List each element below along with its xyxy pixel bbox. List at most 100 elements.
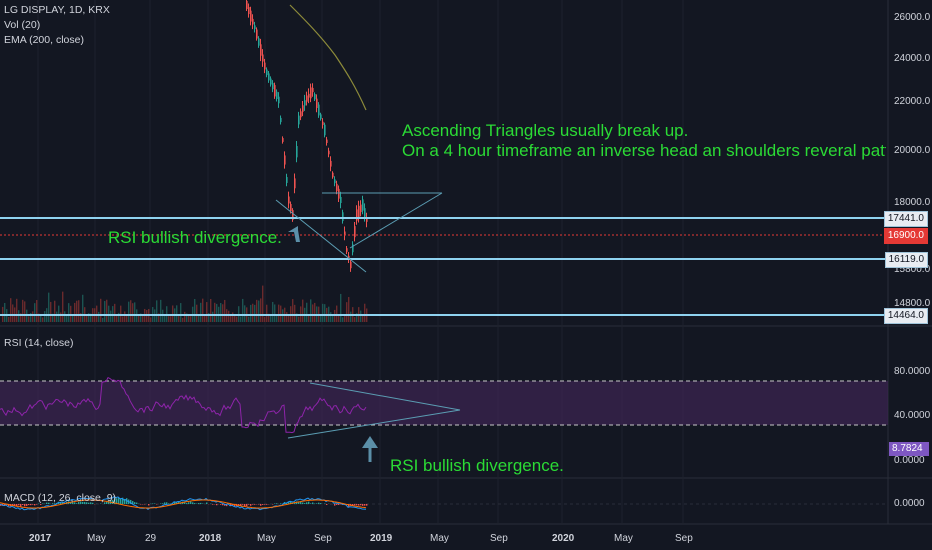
volume-bar bbox=[220, 302, 222, 322]
macd-histogram-bar bbox=[306, 502, 308, 504]
macd-histogram-bar bbox=[148, 504, 150, 506]
candle-body bbox=[308, 93, 310, 98]
macd-histogram-bar bbox=[302, 502, 304, 504]
volume-bar bbox=[286, 312, 288, 322]
volume-bar bbox=[172, 305, 174, 322]
candle-body bbox=[260, 44, 262, 56]
annotation-rsi-divergence-price[interactable]: RSI bullish divergence. bbox=[108, 227, 282, 249]
candle-body bbox=[338, 188, 340, 199]
volume-bar bbox=[206, 302, 208, 322]
volume-bar bbox=[126, 315, 128, 322]
candle-body bbox=[362, 199, 364, 211]
volume-bar bbox=[294, 304, 296, 322]
volume-bar bbox=[98, 311, 100, 322]
volume-bar bbox=[256, 299, 258, 322]
volume-bar bbox=[10, 298, 12, 322]
volume-bar bbox=[264, 316, 266, 322]
rsi-tick: 40.0000 bbox=[894, 410, 931, 421]
volume-bar bbox=[74, 302, 76, 322]
volume-bar bbox=[178, 316, 180, 322]
vertical-grid bbox=[37, 0, 684, 524]
candle-body bbox=[296, 145, 298, 158]
macd-label[interactable]: MACD (12, 26, close, 9) bbox=[4, 491, 116, 506]
volume-bar bbox=[232, 312, 234, 322]
macd-histogram-bar bbox=[312, 502, 314, 504]
volume-bar bbox=[184, 311, 186, 322]
macd-histogram-bar bbox=[184, 502, 186, 504]
ema-line bbox=[289, 4, 367, 111]
macd-histogram-bar bbox=[274, 503, 276, 504]
price-tick: 18000.0 bbox=[894, 197, 931, 208]
time-tick: May bbox=[430, 533, 449, 544]
macd-histogram-bar bbox=[250, 504, 252, 506]
candle-body bbox=[284, 155, 286, 165]
volume-bar bbox=[108, 305, 110, 322]
candle-body bbox=[302, 105, 304, 112]
volume-bar bbox=[44, 311, 46, 322]
rsi-label[interactable]: RSI (14, close) bbox=[4, 336, 73, 351]
candle-body bbox=[272, 83, 274, 90]
price-tick: 26000.0 bbox=[894, 12, 931, 23]
support-price-tag: 16119.0 bbox=[884, 252, 928, 268]
macd-histogram-bar bbox=[246, 504, 248, 507]
resistance-price-tag: 17441.0 bbox=[883, 211, 928, 227]
price-tick: 22000.0 bbox=[894, 96, 931, 107]
volume-bar bbox=[62, 291, 64, 322]
arrow-up-icon bbox=[362, 436, 378, 462]
macd-histogram-bar bbox=[248, 504, 250, 505]
macd-histogram-bar bbox=[360, 504, 362, 506]
volume-bar bbox=[236, 316, 238, 322]
volume-bar bbox=[96, 305, 98, 322]
volume-bar bbox=[346, 302, 348, 322]
time-tick: May bbox=[87, 533, 106, 544]
macd-histogram-bar bbox=[162, 503, 164, 504]
macd-histogram-bar bbox=[354, 504, 356, 506]
volume-bar bbox=[324, 304, 326, 322]
volume-bar bbox=[124, 311, 126, 322]
price-tick: 20000.0 bbox=[894, 145, 931, 156]
volume-bar bbox=[156, 300, 158, 322]
candle-body bbox=[332, 172, 334, 178]
volume-bar bbox=[58, 305, 60, 322]
macd-histogram-bar bbox=[136, 502, 138, 504]
volume-bar bbox=[100, 298, 102, 322]
macd-histogram-bar bbox=[334, 504, 336, 506]
volume-bar bbox=[110, 310, 112, 322]
volume-bar bbox=[266, 304, 268, 322]
annotation-ascending-triangles[interactable]: Ascending Triangles usually break up. bbox=[402, 120, 688, 142]
vol-indicator-label[interactable]: Vol (20) bbox=[4, 18, 110, 33]
volume-bar bbox=[242, 298, 244, 322]
macd-histogram-bar bbox=[316, 503, 318, 504]
volume-bar bbox=[250, 304, 252, 322]
volume-bar bbox=[130, 300, 132, 322]
rsi-tick: 80.0000 bbox=[894, 366, 931, 377]
macd-histogram-bar bbox=[206, 502, 208, 504]
volume-bar bbox=[228, 310, 230, 322]
volume-bar bbox=[340, 293, 342, 322]
candle-body bbox=[264, 62, 266, 70]
volume-bar bbox=[292, 299, 294, 322]
time-tick: Sep bbox=[314, 533, 332, 544]
volume-bar bbox=[36, 299, 38, 322]
volume-bar bbox=[240, 316, 242, 322]
volume-bar bbox=[32, 311, 34, 322]
volume-bar bbox=[202, 298, 204, 322]
volume-bar bbox=[196, 304, 198, 322]
arrow-up-icon bbox=[288, 226, 300, 242]
annotation-rsi-divergence-pane[interactable]: RSI bullish divergence. bbox=[390, 455, 564, 477]
volume-bar bbox=[360, 310, 362, 322]
volume-bar bbox=[128, 301, 130, 322]
ema-indicator-label[interactable]: EMA (200, close) bbox=[4, 33, 110, 48]
candle-body bbox=[304, 100, 306, 106]
volume-bar bbox=[116, 315, 118, 322]
candle-body bbox=[286, 177, 288, 183]
macd-histogram-bar bbox=[194, 503, 196, 504]
volume-bar bbox=[336, 305, 338, 322]
annotation-inverse-head-shoulders[interactable]: On a 4 hour timeframe an inverse head an… bbox=[402, 140, 886, 162]
volume-bar bbox=[34, 303, 36, 322]
volume-bar bbox=[252, 303, 254, 322]
volume-bar bbox=[60, 312, 62, 322]
macd-histogram-bar bbox=[308, 501, 310, 504]
volume-bar bbox=[224, 299, 226, 322]
volume-bar bbox=[70, 305, 72, 322]
